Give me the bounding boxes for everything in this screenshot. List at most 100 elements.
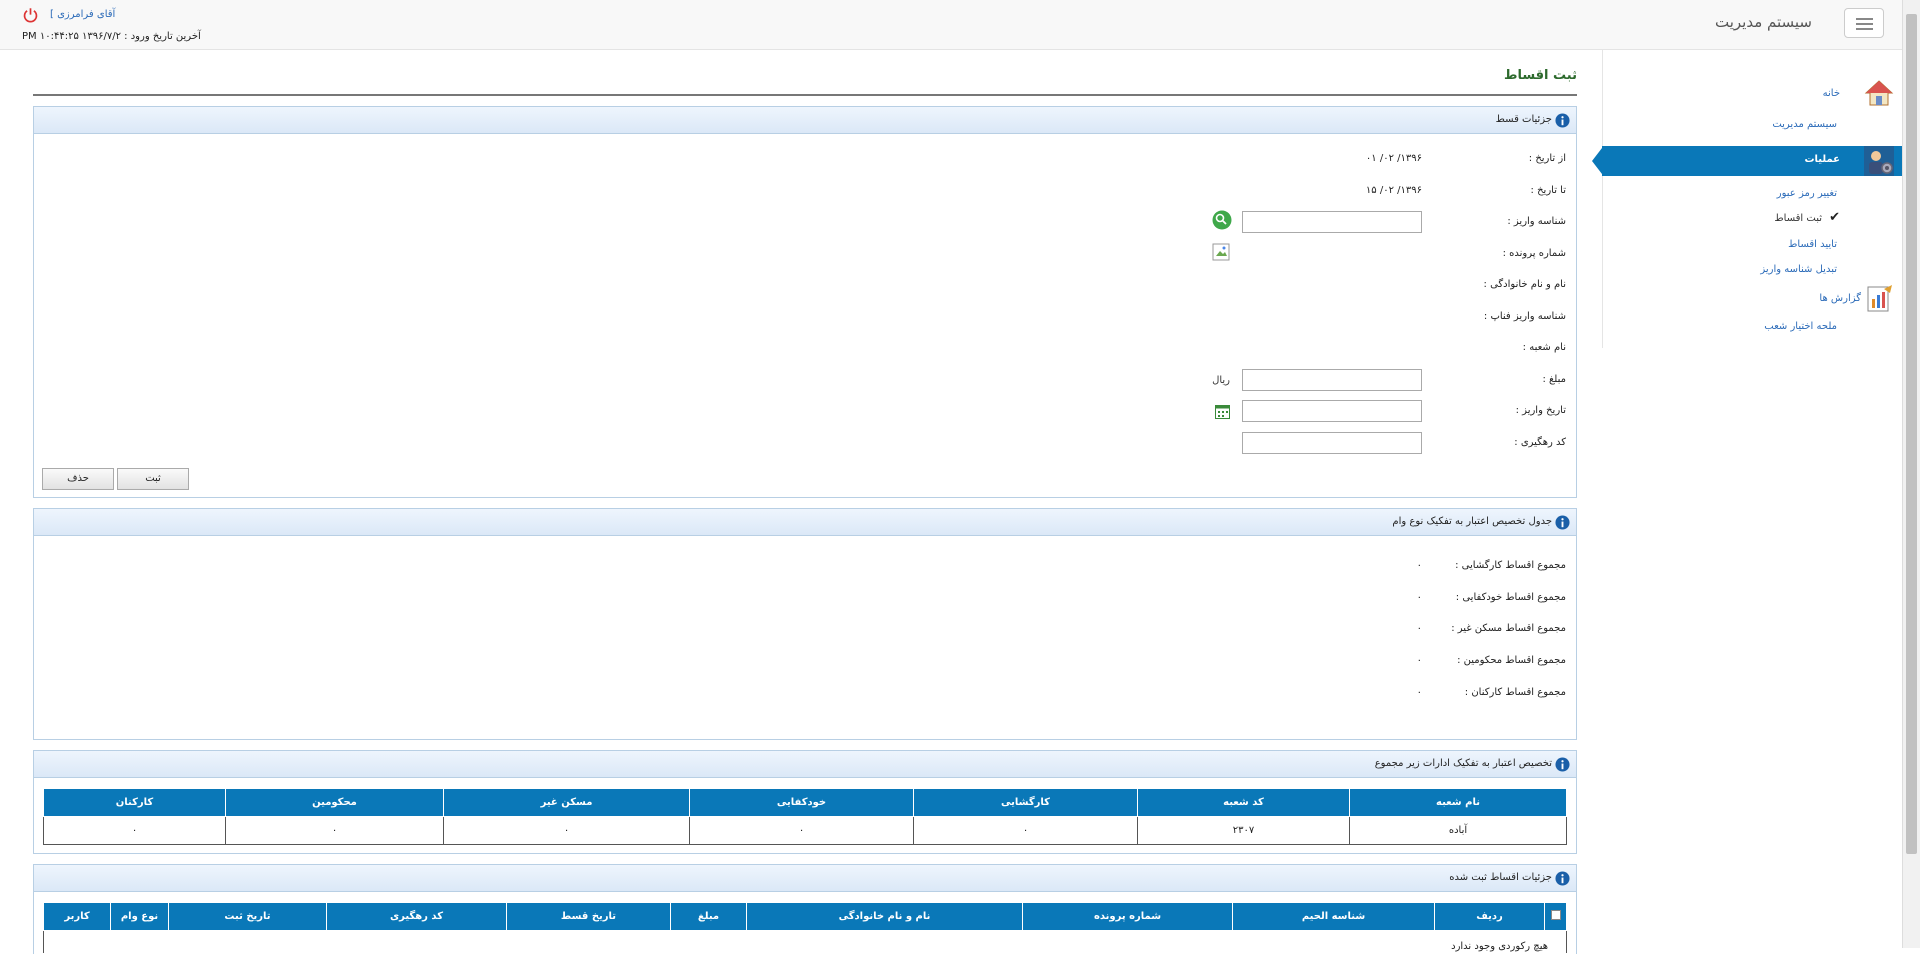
deposit-id-label: شناسه واریز : <box>1507 216 1566 227</box>
select-all-header[interactable] <box>1544 902 1567 931</box>
panel-title: جدول تخصیص اعتبار به تفکیک نوع وام <box>1392 516 1552 527</box>
empty-row: هیچ رکوردی وجود ندارد <box>43 930 1567 953</box>
column-header[interactable]: تاریخ قسط <box>506 902 671 931</box>
delete-button[interactable]: حذف <box>42 468 114 490</box>
column-header[interactable]: نوع وام <box>110 902 169 931</box>
panel-header: تخصیص اعتبار به تفکیک ادارات زیر مجموع <box>34 751 1576 778</box>
sidebar-item-confirm-installments[interactable]: تایید اقساط <box>1602 233 1902 259</box>
sum-value: ۰ <box>1416 623 1422 634</box>
sum-label: مجموع اقساط مسکن غیر : <box>1451 623 1566 634</box>
calendar-icon[interactable] <box>1215 404 1230 419</box>
table-row[interactable]: آباده ۲۳۰۷ ۰ ۰ ۰ ۰ ۰ <box>43 816 1567 845</box>
file-number-label: شماره پرونده : <box>1502 248 1566 259</box>
scrollbar-thumb[interactable] <box>1906 14 1917 854</box>
table-cell: ۲۳۰۷ <box>1137 816 1350 845</box>
sum-label: مجموع اقساط کارکنان : <box>1464 687 1566 698</box>
panel-title: تخصیص اعتبار به تفکیک ادارات زیر مجموع <box>1374 758 1552 769</box>
sidebar-item-label: خانه <box>1822 88 1840 99</box>
amount-input[interactable] <box>1242 369 1422 391</box>
panel-title: جزئیات قسط <box>1495 114 1552 125</box>
amount-unit: ریال <box>1212 375 1230 386</box>
sidebar-item-label: گزارش ها <box>1819 293 1861 304</box>
title-divider <box>33 94 1577 96</box>
menu-toggle-button[interactable] <box>1844 8 1884 38</box>
last-login-text: آخرین تاریخ ورود : ۱۳۹۶/۷/۲ ۱۰:۴۴:۲۵ PM <box>22 31 201 42</box>
page-scrollbar[interactable] <box>1902 0 1920 948</box>
hamburger-line <box>1856 23 1873 25</box>
table-cell: آباده <box>1349 816 1567 845</box>
fanap-deposit-id-label: شناسه واریز فناپ : <box>1483 311 1566 322</box>
top-navbar: سیستم مدیریت آقای فرامرزی ] آخرین تاریخ … <box>0 0 1902 50</box>
from-date-value: ۱۳۹۶/ ۰۲/ ۰۱ <box>1365 153 1422 164</box>
power-icon[interactable] <box>22 7 39 24</box>
sidebar-item-reports[interactable]: گزارش ها <box>1602 285 1902 313</box>
column-header[interactable]: شماره پرونده <box>1022 902 1233 931</box>
column-header[interactable]: ردیف <box>1434 902 1545 931</box>
info-icon <box>1555 515 1570 530</box>
sidebar-item-branch-authority[interactable]: ملحه اختیار شعب <box>1602 315 1902 341</box>
column-header[interactable]: مبلغ <box>670 902 747 931</box>
to-date-label: تا تاریخ : <box>1530 185 1566 196</box>
sidebar-item-change-password[interactable]: تغییر رمز عبور <box>1602 182 1902 208</box>
search-go-icon[interactable] <box>1212 210 1232 230</box>
tracking-code-input[interactable] <box>1242 432 1422 454</box>
sum-value: ۰ <box>1416 687 1422 698</box>
sum-label: مجموع اقساط خودکفایی : <box>1455 592 1566 603</box>
deposit-id-input[interactable] <box>1242 211 1422 233</box>
column-header[interactable]: نام شعبه <box>1349 788 1567 817</box>
info-icon <box>1555 871 1570 886</box>
hamburger-line <box>1856 28 1873 30</box>
sidebar-item-label: تایید اقساط <box>1788 239 1837 250</box>
table-header-row: نام شعبه کد شعبه کارگشایی خودکفایی مسکن … <box>43 788 1567 817</box>
sidebar-item-operations[interactable]: عملیات <box>1592 146 1902 176</box>
branch-name-label: نام شعبه : <box>1522 342 1566 353</box>
sidebar-item-label: ملحه اختیار شعب <box>1764 321 1837 332</box>
column-header[interactable]: کد رهگیری <box>326 902 507 931</box>
column-header[interactable]: مسکن غیر <box>443 788 690 817</box>
sum-value: ۰ <box>1416 592 1422 603</box>
app-brand[interactable]: سیستم مدیریت <box>1715 13 1812 31</box>
sum-value: ۰ <box>1416 655 1422 666</box>
table-cell: ۰ <box>43 816 226 845</box>
operations-user-icon <box>1864 146 1894 176</box>
table-cell: ۰ <box>913 816 1138 845</box>
panel-header: جزئیات قسط <box>34 107 1576 134</box>
column-header[interactable]: نام و نام خانوادگی <box>746 902 1023 931</box>
table-header-row: ردیف شناسه الحیم شماره پرونده نام و نام … <box>43 902 1567 931</box>
sidebar-item-label: تبدیل شناسه واریز <box>1760 264 1837 275</box>
column-header[interactable]: کاربر <box>43 902 111 931</box>
home-icon <box>1864 80 1894 106</box>
allocation-by-branch-panel: تخصیص اعتبار به تفکیک ادارات زیر مجموع ن… <box>33 750 1577 854</box>
full-name-label: نام و نام خانوادگی : <box>1483 279 1566 290</box>
column-header[interactable]: کد شعبه <box>1137 788 1350 817</box>
column-header[interactable]: محکومین <box>225 788 444 817</box>
table-cell: ۰ <box>225 816 444 845</box>
sidebar-item-register-installments[interactable]: ✔ ثبت اقساط <box>1602 207 1902 233</box>
registered-installments-table: ردیف شناسه الحیم شماره پرونده نام و نام … <box>43 902 1567 953</box>
column-header[interactable]: شناسه الحیم <box>1232 902 1435 931</box>
sum-label: مجموع اقساط کارگشایی : <box>1455 560 1566 571</box>
broken-image-icon <box>1212 243 1230 261</box>
info-icon <box>1555 113 1570 128</box>
user-name-link[interactable]: آقای فرامرزی ] <box>50 9 115 20</box>
column-header[interactable]: تاریخ ثبت <box>168 902 327 931</box>
column-header[interactable]: کارگشایی <box>913 788 1138 817</box>
column-header[interactable]: کارکنان <box>43 788 226 817</box>
sidebar-item-label: عملیات <box>1804 154 1840 165</box>
deposit-date-input[interactable] <box>1242 400 1422 422</box>
panel-title: جزئیات اقساط ثبت شده <box>1449 872 1552 883</box>
empty-table-message: هیچ رکوردی وجود ندارد <box>43 930 1567 953</box>
sidebar-item-label: تغییر رمز عبور <box>1776 188 1837 199</box>
column-header[interactable]: خودکفایی <box>689 788 914 817</box>
sidebar-item-home[interactable]: خانه <box>1602 80 1902 108</box>
submit-button[interactable]: ثبت <box>117 468 189 490</box>
sidebar-item-convert-deposit-id[interactable]: تبدیل شناسه واریز <box>1602 258 1902 284</box>
table-cell: ۰ <box>443 816 690 845</box>
sidebar-item-management[interactable]: سیستم مدیریت <box>1602 113 1902 139</box>
installment-details-panel: جزئیات قسط از تاریخ : ۱۳۹۶/ ۰۲/ ۰۱ تا تا… <box>33 106 1577 498</box>
amount-label: مبلغ : <box>1542 374 1566 385</box>
sum-value: ۰ <box>1416 560 1422 571</box>
active-pointer <box>1592 148 1602 174</box>
select-all-checkbox[interactable] <box>1550 910 1561 920</box>
table-cell: ۰ <box>689 816 914 845</box>
